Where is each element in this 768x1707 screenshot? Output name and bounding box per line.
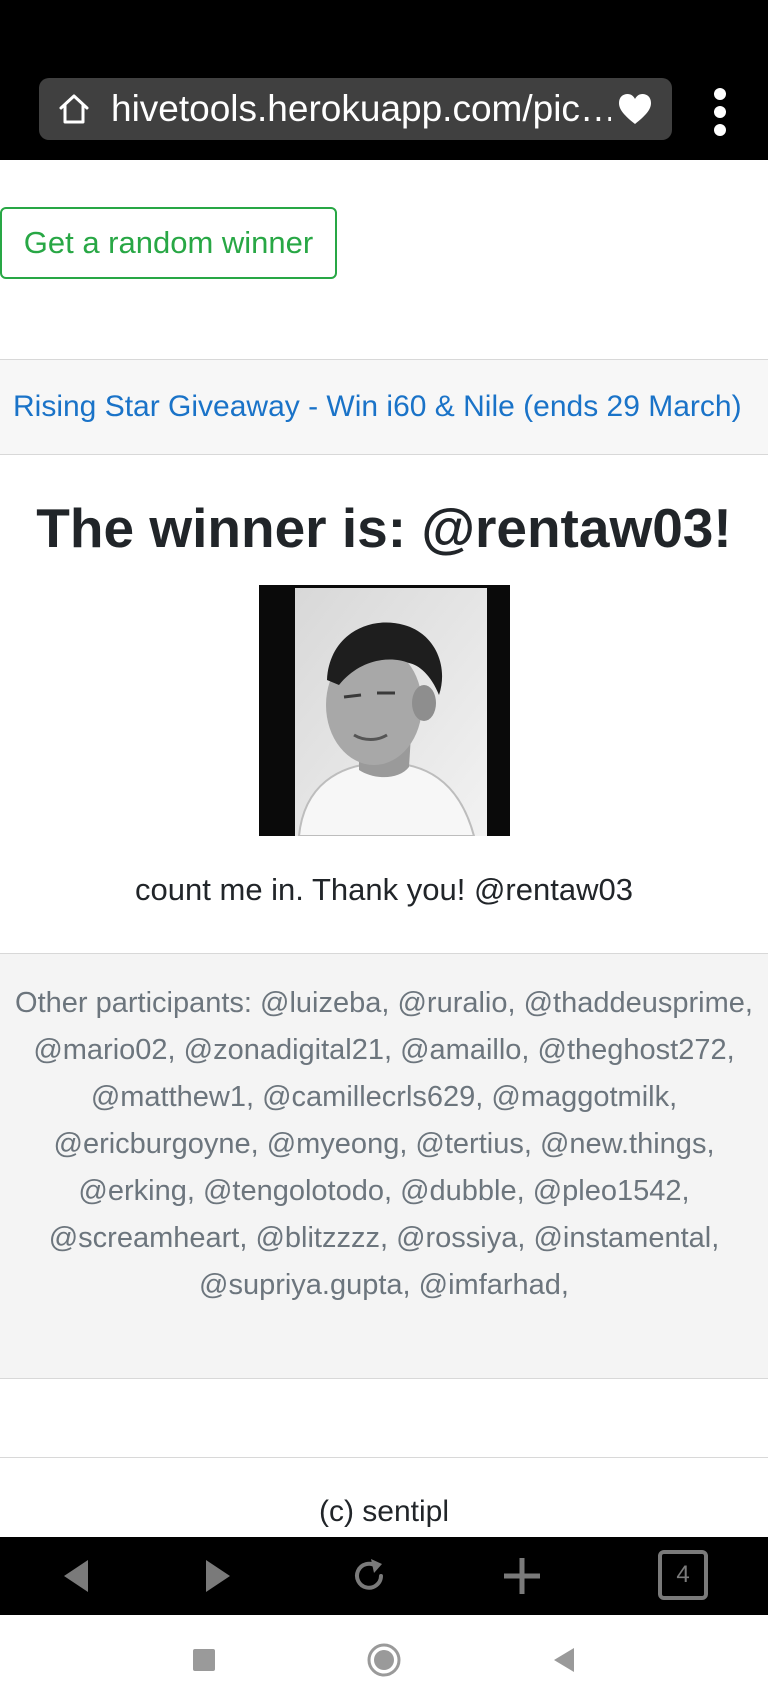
reload-icon[interactable] <box>349 1556 389 1596</box>
winner-title: The winner is: @rentaw03! <box>36 497 732 559</box>
footer-credit: (c) sentipl <box>318 1495 450 1528</box>
plus-icon[interactable] <box>502 1556 542 1596</box>
participants-list: Other participants: @luizeba, @ruralio, … <box>15 987 753 1301</box>
browser-top-bar: hivetools.herokuapp.com/pic… <box>0 0 768 160</box>
winner-comment: count me in. Thank you! @rentaw03 <box>135 872 633 907</box>
divider <box>0 1457 768 1458</box>
winner-avatar <box>259 585 510 836</box>
address-bar[interactable]: hivetools.herokuapp.com/pic… <box>39 78 672 140</box>
forward-arrow-icon[interactable] <box>198 1556 238 1596</box>
back-triangle-icon[interactable] <box>546 1642 582 1678</box>
url-text[interactable]: hivetools.herokuapp.com/pic… <box>111 78 611 140</box>
recents-square-icon[interactable] <box>186 1642 222 1678</box>
home-icon[interactable] <box>57 92 91 126</box>
system-navigation-bar <box>0 1615 768 1707</box>
winner-photo <box>259 585 510 836</box>
random-winner-button[interactable]: Get a random winner <box>0 207 337 279</box>
home-circle-icon[interactable] <box>366 1642 402 1678</box>
giveaway-link[interactable]: Rising Star Giveaway - Win i60 & Nile (e… <box>13 360 742 454</box>
back-arrow-icon[interactable] <box>56 1556 96 1596</box>
giveaway-header: Rising Star Giveaway - Win i60 & Nile (e… <box>0 359 768 455</box>
tabs-icon[interactable]: 4 <box>658 1550 708 1600</box>
browser-toolbar: 4 <box>0 1537 768 1615</box>
heart-icon[interactable] <box>617 92 653 126</box>
menu-dots-icon[interactable] <box>700 84 740 140</box>
participants-section: Other participants: @luizeba, @ruralio, … <box>0 953 768 1379</box>
